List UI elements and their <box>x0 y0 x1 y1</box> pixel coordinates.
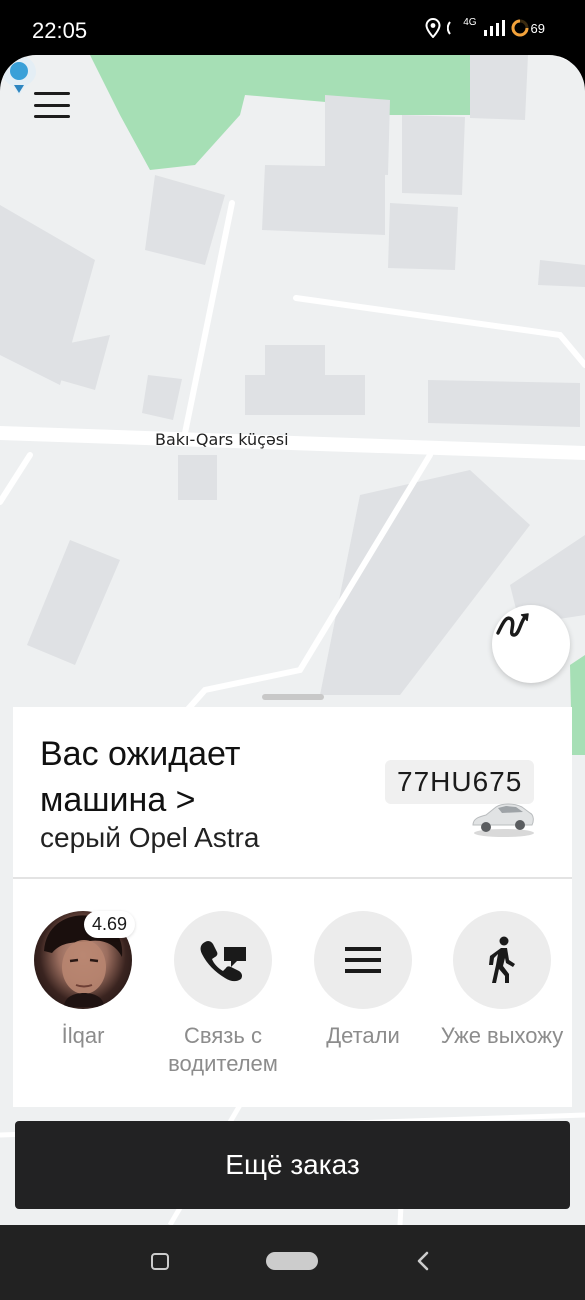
street-label: Bakı-Qars küçəsi <box>155 430 289 449</box>
car-icon <box>472 803 534 837</box>
list-icon <box>345 947 381 973</box>
status-time: 22:05 <box>32 18 88 43</box>
coming-out-label: Уже выхожу <box>440 1023 564 1048</box>
back-icon[interactable] <box>412 1249 436 1273</box>
battery-level: 69 <box>530 20 545 36</box>
details-button[interactable]: Детали <box>293 911 433 1050</box>
system-nav-bar <box>0 1225 585 1300</box>
sheet-divider <box>13 877 572 879</box>
sheet-drag-handle[interactable] <box>262 694 324 700</box>
driver-actions: 4.69 İlqar Связь с водителем Детали Уже … <box>13 911 572 1091</box>
status-icons: 4G 69 <box>425 16 545 38</box>
driver-profile[interactable]: 4.69 İlqar <box>13 911 153 1050</box>
route-icon <box>496 613 529 637</box>
signal-icon <box>483 20 505 36</box>
network-type: 4G <box>463 16 477 28</box>
wifi-calling-icon <box>447 21 452 35</box>
car-description: серый Opel Astra <box>40 822 260 853</box>
coming-out-button[interactable]: Уже выхожу <box>432 911 572 1050</box>
contact-driver-label: Связь с водителем <box>168 1023 278 1076</box>
details-label: Детали <box>326 1023 400 1048</box>
contact-driver-button[interactable]: Связь с водителем <box>153 911 293 1078</box>
route-button[interactable] <box>492 605 570 683</box>
new-order-button[interactable]: Ещё заказ <box>15 1121 570 1209</box>
walking-icon <box>489 936 515 983</box>
ride-status-title[interactable]: Вас ожидает машина > <box>40 731 370 823</box>
battery-icon <box>511 19 529 37</box>
menu-icon <box>34 92 70 95</box>
driver-name: İlqar <box>61 1023 105 1048</box>
ride-status-sheet: Вас ожидает машина > серый Opel Astra 77… <box>13 707 572 1107</box>
driver-rating: 4.69 <box>84 911 136 938</box>
status-bar: 22:05 4G 69 <box>0 0 585 62</box>
phone-icon <box>200 940 246 982</box>
location-pin-icon[interactable] <box>0 55 38 97</box>
location-icon <box>425 18 441 38</box>
recent-apps-icon[interactable] <box>151 1253 169 1270</box>
driver-avatar-wrap: 4.69 <box>34 911 136 1009</box>
home-icon[interactable] <box>266 1252 318 1270</box>
